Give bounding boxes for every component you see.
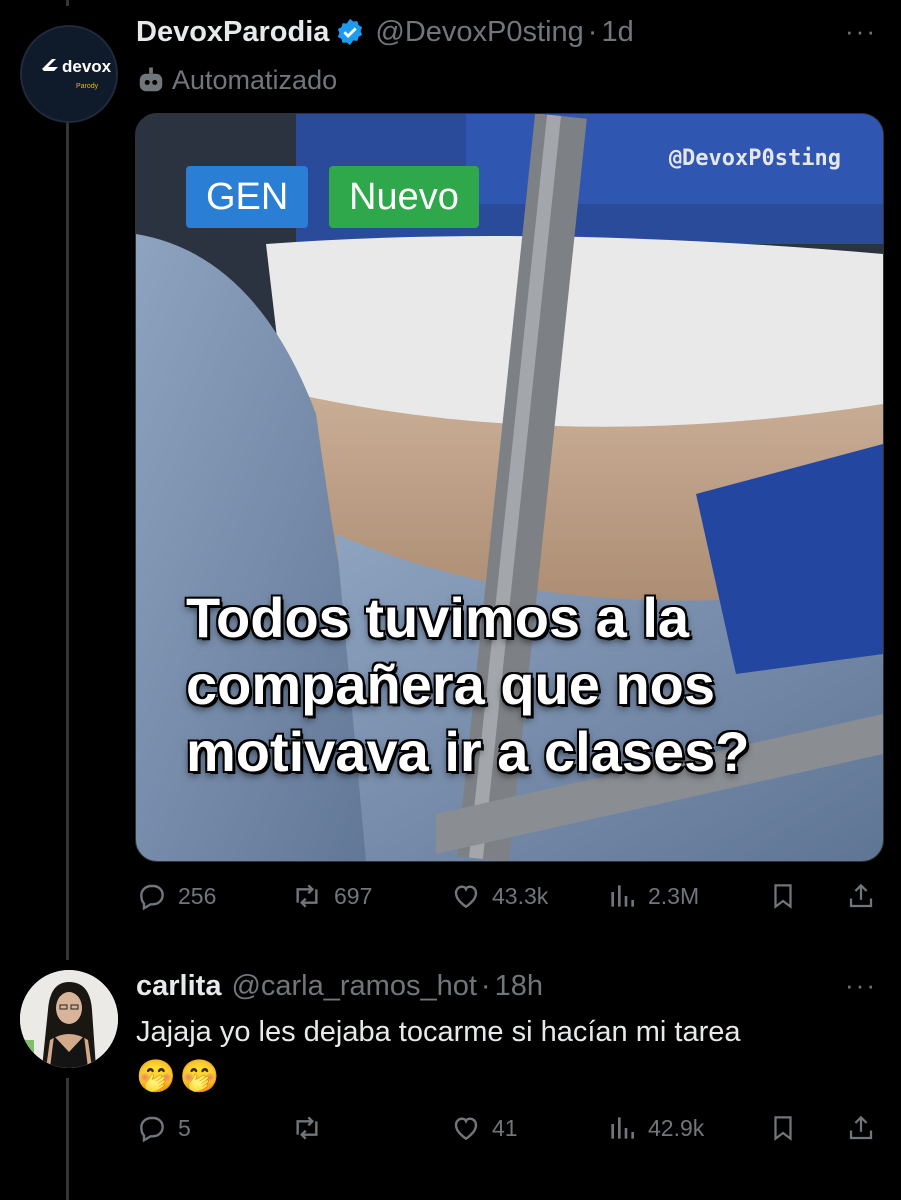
post-image[interactable]: GEN Nuevo @DevoxP0sting Todos tuvimos a … bbox=[135, 113, 884, 862]
like-button[interactable]: 43.3k bbox=[450, 880, 548, 912]
thread-line-top bbox=[66, 0, 69, 6]
thread-line-bottom bbox=[66, 1078, 69, 1200]
reply-reply-count: 5 bbox=[178, 1114, 191, 1141]
like-icon bbox=[454, 885, 478, 909]
reply-more-icon[interactable]: ··· bbox=[845, 972, 877, 998]
like-count: 43.3k bbox=[492, 882, 549, 909]
reply-views-button[interactable]: 42.9k bbox=[606, 1112, 704, 1144]
reply-bookmark-button[interactable] bbox=[768, 1112, 798, 1144]
automated-label-text: Automatizado bbox=[172, 64, 338, 95]
reply-icon bbox=[140, 1116, 164, 1143]
views-icon bbox=[611, 1117, 634, 1139]
post-time[interactable]: 1d bbox=[601, 16, 633, 49]
like-icon bbox=[454, 1117, 478, 1141]
bookmark-icon bbox=[774, 884, 792, 909]
reply-like-button[interactable]: 41 bbox=[450, 1112, 518, 1144]
reply-repost-button[interactable] bbox=[290, 1112, 334, 1144]
post-author-name[interactable]: DevoxParodia bbox=[136, 16, 329, 49]
reply-count: 256 bbox=[178, 882, 217, 909]
reply-time[interactable]: 18h bbox=[495, 970, 543, 1003]
watermark: @DevoxP0sting bbox=[668, 146, 841, 171]
reply-header: carlita @carla_ramos_hot · 18h bbox=[136, 968, 543, 1004]
reply-avatar-photo bbox=[20, 970, 118, 1068]
post-header: DevoxParodia @DevoxP0sting · 1d bbox=[136, 14, 634, 50]
reply-reply-button[interactable]: 5 bbox=[136, 1112, 191, 1144]
reply-text: Jajaja yo les dejaba tocarme si hacían m… bbox=[136, 1016, 741, 1048]
bookmark-icon bbox=[774, 1116, 792, 1141]
reply-emojis: 🤭🤭 bbox=[136, 1058, 224, 1094]
tag-new: Nuevo bbox=[329, 166, 479, 228]
repost-button[interactable]: 697 bbox=[290, 880, 372, 912]
reply-handle[interactable]: @carla_ramos_hot bbox=[231, 970, 476, 1003]
post-more-icon[interactable]: ··· bbox=[845, 18, 877, 44]
reply-like-count: 41 bbox=[492, 1114, 518, 1141]
automated-label: Automatizado bbox=[136, 62, 337, 98]
bookmark-button[interactable] bbox=[768, 880, 798, 912]
image-caption: Todos tuvimos a la compañera que nos mot… bbox=[186, 586, 750, 784]
post-handle[interactable]: @DevoxP0sting bbox=[375, 16, 583, 49]
avatar-sub-text: Parody bbox=[76, 83, 99, 90]
share-button[interactable] bbox=[846, 880, 876, 912]
repost-count: 697 bbox=[334, 882, 373, 909]
bot-icon bbox=[139, 67, 163, 92]
devox-logo-icon bbox=[42, 59, 58, 71]
views-icon bbox=[611, 885, 634, 907]
views-count: 2.3M bbox=[648, 882, 700, 909]
avatar-logo-text: devox bbox=[62, 57, 112, 76]
post-avatar[interactable]: devox Parody bbox=[20, 25, 118, 123]
share-icon bbox=[849, 883, 873, 908]
tag-gen: GEN bbox=[186, 166, 309, 228]
reply-icon bbox=[140, 884, 164, 911]
verified-badge-icon bbox=[338, 18, 363, 46]
share-icon bbox=[849, 1115, 873, 1140]
reply-author-name[interactable]: carlita bbox=[136, 970, 221, 1003]
reply-share-button[interactable] bbox=[846, 1112, 876, 1144]
reply-avatar[interactable] bbox=[20, 970, 118, 1068]
reply-button[interactable]: 256 bbox=[136, 880, 216, 912]
repost-icon bbox=[296, 884, 318, 908]
repost-icon bbox=[296, 1116, 318, 1140]
reply-views-count: 42.9k bbox=[648, 1114, 705, 1141]
views-button[interactable]: 2.3M bbox=[606, 880, 699, 912]
dot-separator: · bbox=[587, 15, 598, 48]
dot-separator: · bbox=[480, 969, 491, 1002]
thread-line bbox=[66, 120, 69, 960]
